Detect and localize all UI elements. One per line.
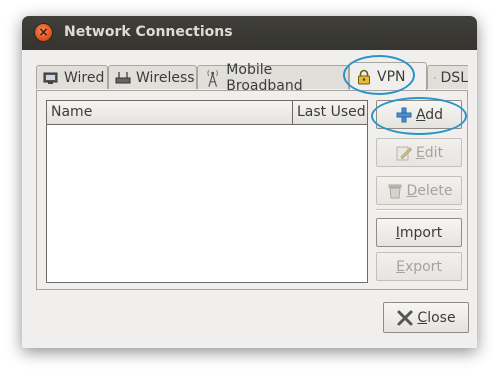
edit-button-label: Edit xyxy=(415,144,444,161)
wireless-icon xyxy=(115,71,131,83)
tab-wireless-label: Wireless xyxy=(136,69,195,86)
mobile-broadband-icon xyxy=(207,69,218,87)
title-bar: × Network Connections xyxy=(22,16,477,50)
edit-button[interactable]: Edit xyxy=(376,138,462,167)
window-title: Network Connections xyxy=(64,24,233,40)
close-x-icon xyxy=(397,310,413,325)
column-header-name[interactable]: Name xyxy=(51,101,92,124)
import-button[interactable]: Import xyxy=(376,218,462,247)
dsl-icon xyxy=(434,76,436,79)
button-separator xyxy=(376,209,462,210)
column-header-last-used[interactable]: Last Used xyxy=(297,101,366,124)
connections-list[interactable]: Name Last Used xyxy=(46,100,368,283)
add-button-highlight-ring xyxy=(371,97,467,135)
tab-dsl[interactable]: DSL xyxy=(427,65,468,89)
delete-trash-icon xyxy=(388,184,401,198)
column-divider[interactable] xyxy=(292,101,293,124)
vpn-tab-highlight-ring xyxy=(343,55,415,95)
close-button[interactable]: Close xyxy=(383,302,469,333)
edit-pencil-icon xyxy=(396,146,413,160)
window-close-icon[interactable]: × xyxy=(35,24,52,41)
export-button[interactable]: Export xyxy=(376,252,462,281)
import-button-label: Import xyxy=(395,224,443,241)
wired-icon xyxy=(43,72,58,84)
delete-button-label: Delete xyxy=(406,182,453,199)
tab-wireless[interactable]: Wireless xyxy=(108,65,197,89)
tab-dsl-label: DSL xyxy=(440,69,468,86)
tab-mobile-broadband[interactable]: Mobile Broadband xyxy=(197,62,349,94)
delete-button[interactable]: Delete xyxy=(376,176,462,205)
export-button-label: Export xyxy=(396,258,442,275)
tab-mobile-broadband-label: Mobile Broadband xyxy=(226,61,303,94)
tab-wired-label: Wired xyxy=(64,69,105,86)
list-header: Name Last Used xyxy=(47,101,367,125)
tab-wired[interactable]: Wired xyxy=(36,65,108,89)
close-button-label: Close xyxy=(417,309,456,326)
